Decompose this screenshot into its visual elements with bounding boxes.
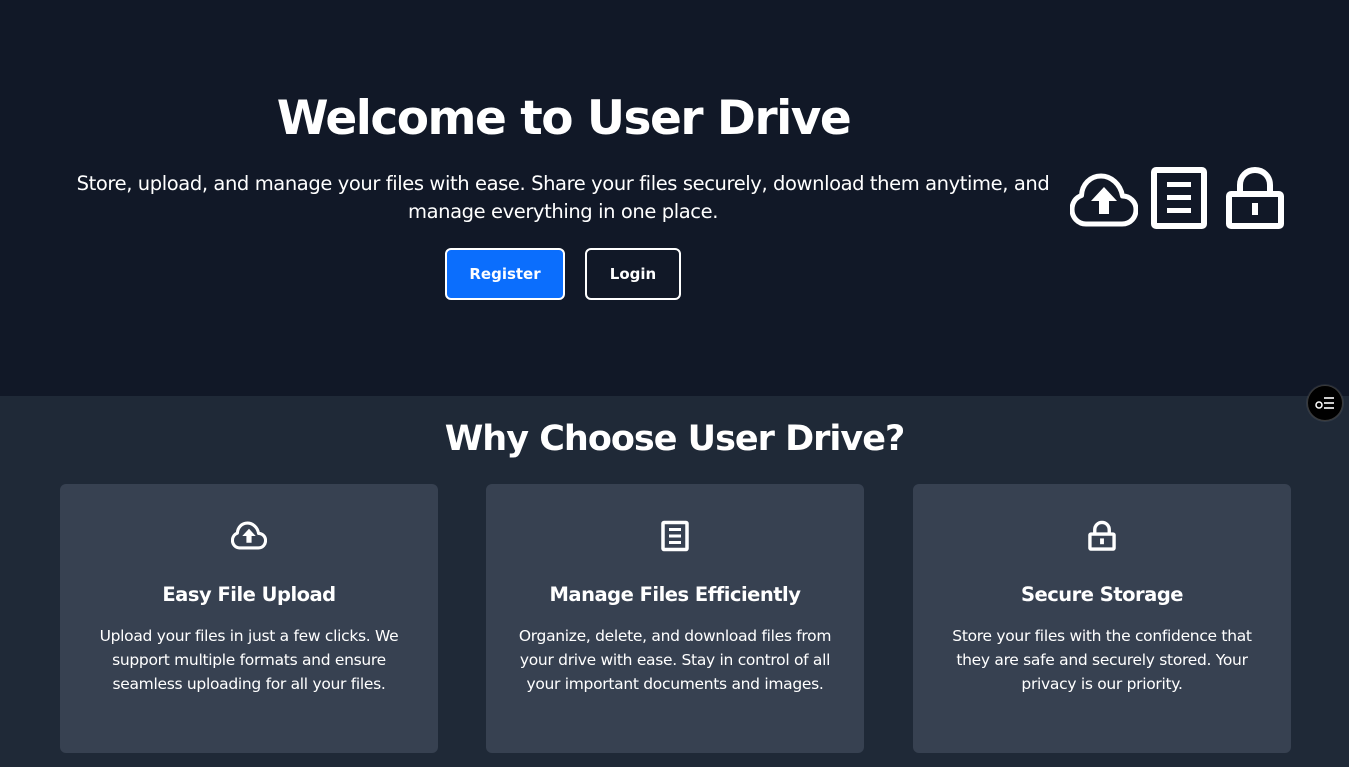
cloud-upload-icon bbox=[231, 521, 267, 550]
tasks-list-icon bbox=[1315, 397, 1334, 409]
feature-card-secure: Secure Storage Store your files with the… bbox=[913, 484, 1291, 753]
hero-section: Welcome to User Drive Store, upload, and… bbox=[0, 0, 1349, 396]
document-icon bbox=[661, 520, 689, 552]
feature-card-title: Easy File Upload bbox=[162, 583, 336, 606]
feature-card-description: Organize, delete, and download files fro… bbox=[518, 627, 832, 693]
login-button[interactable]: Login bbox=[585, 248, 681, 300]
register-button[interactable]: Register bbox=[445, 248, 565, 300]
lock-icon bbox=[1226, 167, 1284, 229]
hero-title: Welcome to User Drive bbox=[276, 91, 852, 146]
cloud-upload-icon bbox=[1070, 173, 1138, 227]
hero-icons bbox=[1068, 164, 1288, 232]
feature-card-title: Secure Storage bbox=[1020, 583, 1184, 606]
feature-card-upload: Easy File Upload Upload your files in ju… bbox=[60, 484, 438, 753]
hero-subtitle: Store, upload, and manage your files wit… bbox=[76, 172, 1050, 223]
lock-icon bbox=[1088, 520, 1116, 551]
feature-card-manage: Manage Files Efficiently Organize, delet… bbox=[486, 484, 864, 753]
feature-card-description: Upload your files in just a few clicks. … bbox=[99, 627, 399, 693]
features-title: Why Choose User Drive? bbox=[444, 419, 906, 459]
document-icon bbox=[1151, 167, 1207, 229]
feature-card-description: Store your files with the confidence tha… bbox=[952, 627, 1252, 693]
feature-card-title: Manage Files Efficiently bbox=[549, 583, 801, 606]
